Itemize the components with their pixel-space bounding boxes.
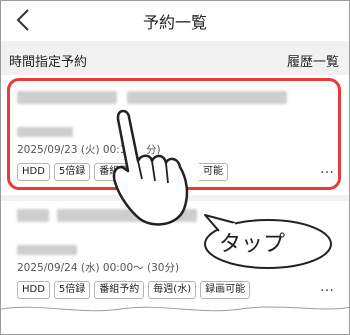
reservation-datetime: 2025/09/24 (水) 00:00～ (30分) [17, 262, 180, 274]
tag-list: HDD 5倍録 番組予約 毎週(水) 録画可能 [17, 281, 251, 299]
torn-edge [1, 306, 349, 334]
tag: HDD [17, 281, 50, 299]
tag: 毎週(水) [148, 281, 197, 299]
tag: 番組予約 [94, 281, 145, 299]
more-options-icon[interactable]: … [320, 279, 335, 295]
app-screen: 予約一覧 時間指定予約 履歴一覧 2025/09/23 (火) 00:15 分)… [0, 0, 350, 335]
header-bar: 予約一覧 [1, 1, 349, 41]
section-title: 時間指定予約 [9, 55, 88, 70]
tag: 5倍録 [53, 281, 91, 299]
tap-label: タップ [219, 232, 286, 257]
blurred-title [17, 209, 49, 222]
tag: 録画可能 [200, 281, 251, 299]
section-header: 時間指定予約 履歴一覧 [1, 41, 349, 75]
blurred-channel [17, 245, 77, 255]
history-list-link[interactable]: 履歴一覧 [287, 51, 339, 70]
page-title: 予約一覧 [142, 13, 207, 32]
hand-pointer-icon [112, 109, 189, 226]
